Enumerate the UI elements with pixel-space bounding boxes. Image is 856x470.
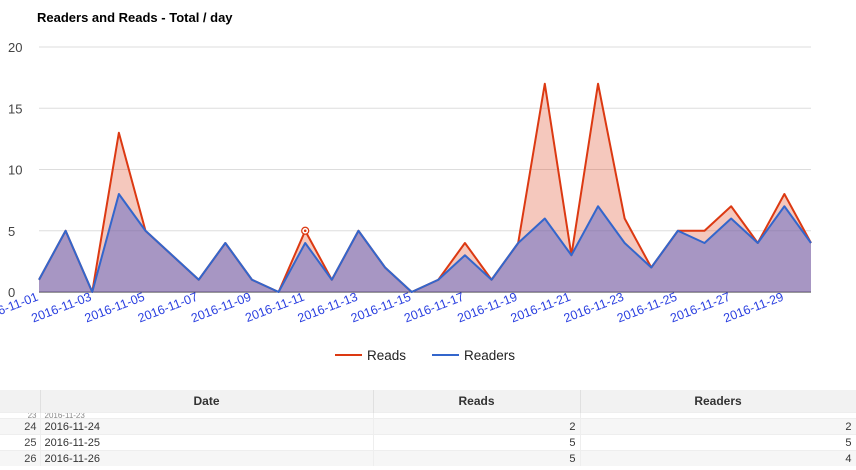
row-index: 26	[0, 450, 41, 466]
data-table: Date Reads Readers 23 2016-11-23 24 2016…	[0, 390, 856, 466]
x-tick-label: 2016-11-07	[136, 290, 200, 326]
x-tick-label: 2016-11-11	[243, 290, 306, 325]
row-reads: 5	[373, 434, 581, 451]
y-tick-label: 20	[8, 40, 22, 55]
row-date: 2016-11-26	[40, 450, 374, 466]
x-tick-label: 2016-11-21	[509, 290, 573, 326]
row-readers: 2	[580, 418, 856, 435]
x-tick-label: 2016-11-23	[562, 290, 626, 326]
x-tick-label: 2016-11-25	[615, 290, 679, 326]
x-tick-label: 2016-11-13	[296, 290, 360, 326]
y-tick-label: 5	[8, 224, 15, 239]
row-index: 25	[0, 434, 41, 451]
table-row[interactable]: 24 2016-11-24 2 2	[0, 418, 856, 435]
column-header-reads[interactable]: Reads	[373, 390, 581, 413]
row-date: 2016-11-24	[40, 418, 374, 435]
row-readers: 5	[580, 434, 856, 451]
legend-label-reads: Reads	[367, 348, 406, 363]
row-readers: 4	[580, 450, 856, 466]
chart-container: Readers and Reads - Total / day 0 5 10 15 20…	[0, 0, 856, 370]
x-tick-label: 2016-11-17	[402, 290, 466, 326]
column-header-readers[interactable]: Readers	[580, 390, 856, 413]
row-date: 2016-11-25	[40, 434, 374, 451]
table-row[interactable]: 26 2016-11-26 5 4	[0, 450, 856, 466]
x-tick-label: 2016-11-19	[455, 290, 519, 326]
y-tick-label: 10	[8, 163, 22, 178]
chart-title: Readers and Reads - Total / day	[37, 10, 233, 25]
x-tick-label: 2016-11-29	[722, 290, 786, 326]
column-header-date[interactable]: Date	[40, 390, 374, 413]
series-area-readers	[39, 194, 811, 292]
highlighted-point	[303, 229, 307, 233]
area-chart[interactable]: 051015202016-11-012016-11-032016-11-0520…	[0, 0, 856, 370]
x-tick-label: 2016-11-03	[29, 290, 93, 326]
row-reads: 5	[373, 450, 581, 466]
x-tick-label: 2016-11-15	[349, 290, 413, 326]
row-index: 24	[0, 418, 41, 435]
legend-label-readers: Readers	[464, 348, 515, 363]
row-reads: 2	[373, 418, 581, 435]
table-row[interactable]: 25 2016-11-25 5 5	[0, 434, 856, 451]
x-tick-label: 2016-11-09	[189, 290, 253, 326]
table-header-row: Date Reads Readers	[0, 390, 856, 413]
column-header-index	[0, 390, 41, 413]
x-tick-label: 2016-11-05	[83, 290, 147, 326]
x-tick-label: 2016-11-27	[668, 290, 732, 326]
y-tick-label: 15	[8, 101, 22, 116]
data-table-container: Date Reads Readers 23 2016-11-23 24 2016…	[0, 390, 856, 470]
